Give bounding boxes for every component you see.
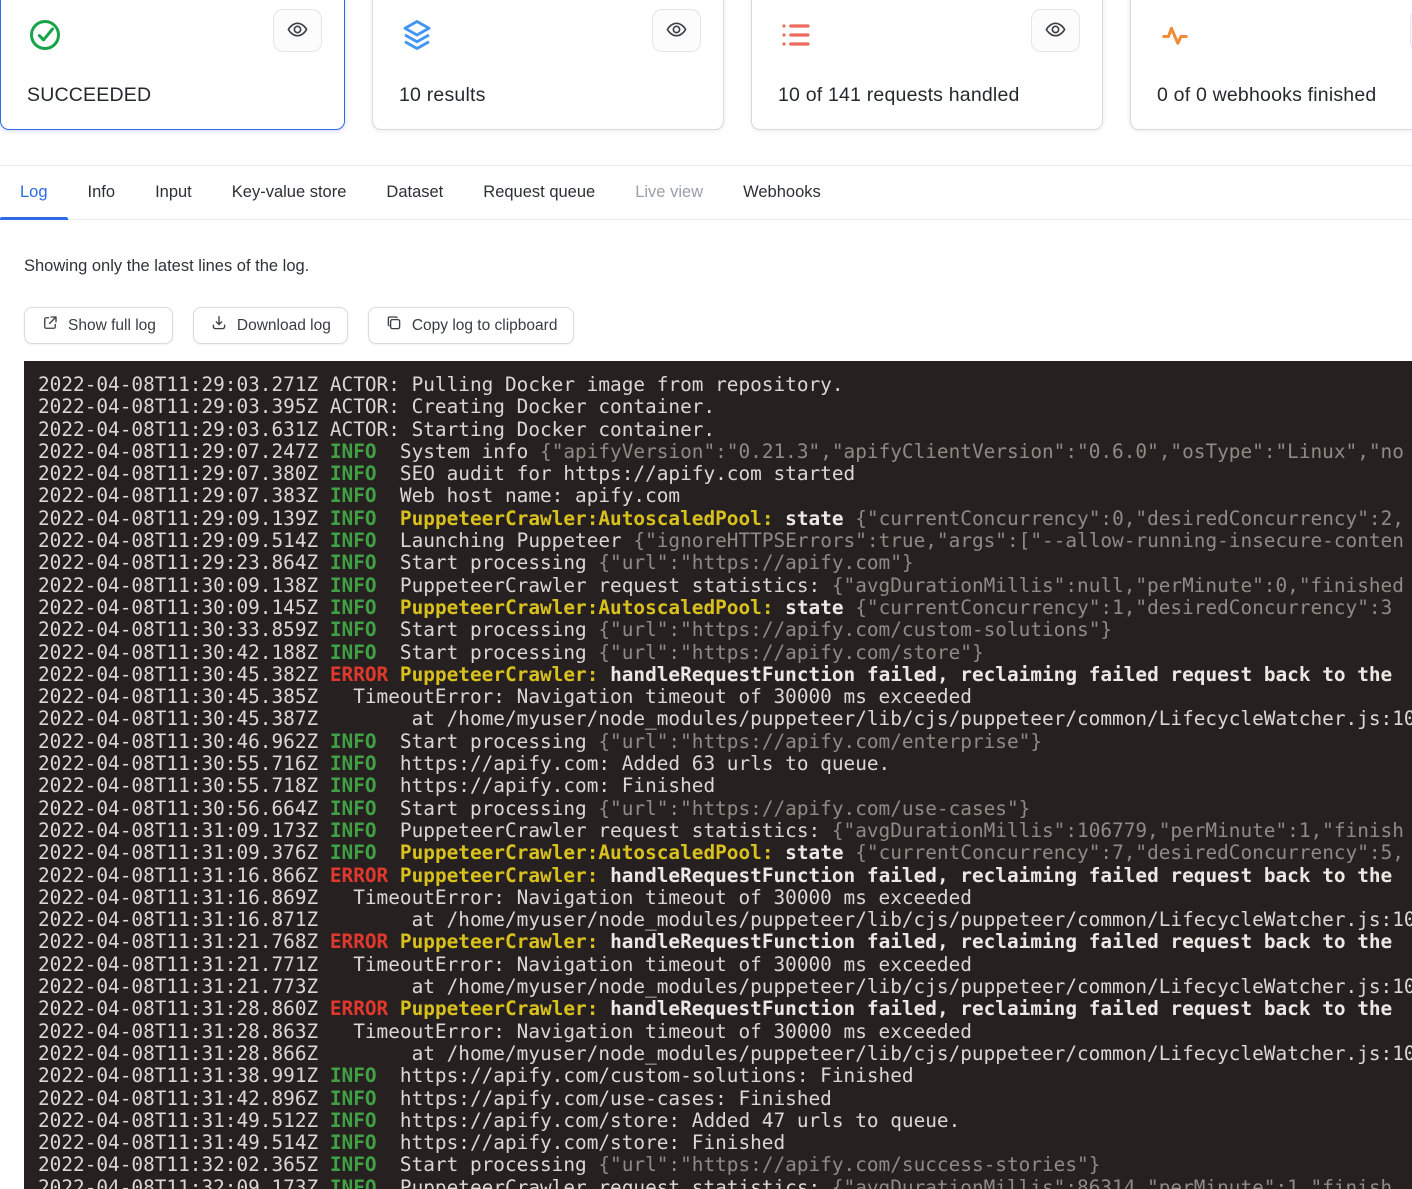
log-line: 2022-04-08T11:31:38.991Z INFO https://ap… (38, 1065, 1412, 1087)
show-full-log-button[interactable]: Show full log (24, 307, 173, 344)
layers-icon (399, 17, 435, 53)
log-line: 2022-04-08T11:29:03.395Z ACTOR: Creating… (38, 396, 1412, 418)
log-line: 2022-04-08T11:29:23.864Z INFO Start proc… (38, 552, 1412, 574)
eye-icon (286, 18, 309, 44)
button-label: Download log (237, 317, 331, 335)
eye-icon (665, 18, 688, 44)
log-line: 2022-04-08T11:31:16.866Z ERROR Puppeteer… (38, 865, 1412, 887)
run-tabs: LogInfoInputKey-value storeDatasetReques… (0, 165, 1412, 220)
status-card-label: 10 of 141 requests handled (778, 84, 1080, 107)
log-actions: Show full log Download log Copy log to c… (24, 307, 1412, 344)
log-line: 2022-04-08T11:30:56.664Z INFO Start proc… (38, 798, 1412, 820)
log-line: 2022-04-08T11:31:16.869Z TimeoutError: N… (38, 887, 1412, 909)
copy-icon (385, 314, 403, 337)
eye-toggle-button[interactable] (652, 9, 701, 52)
status-card-label: SUCCEEDED (27, 84, 322, 107)
status-card-status[interactable]: SUCCEEDED (0, 0, 345, 130)
check-circle-icon (27, 17, 63, 53)
log-line: 2022-04-08T11:30:42.188Z INFO Start proc… (38, 642, 1412, 664)
download-icon (210, 314, 228, 337)
log-line: 2022-04-08T11:31:21.768Z ERROR Puppeteer… (38, 931, 1412, 953)
request-list-icon (778, 17, 814, 53)
log-line: 2022-04-08T11:31:49.512Z INFO https://ap… (38, 1110, 1412, 1132)
log-line: 2022-04-08T11:29:07.247Z INFO System inf… (38, 441, 1412, 463)
status-card-webhooks[interactable]: 0 of 0 webhooks finished (1130, 0, 1412, 130)
log-line: 2022-04-08T11:30:45.387Z at /home/myuser… (38, 708, 1412, 730)
status-card-requests[interactable]: 10 of 141 requests handled (751, 0, 1103, 130)
log-line: 2022-04-08T11:31:16.871Z at /home/myuser… (38, 909, 1412, 931)
status-card-results[interactable]: 10 results (372, 0, 724, 130)
log-line: 2022-04-08T11:30:55.716Z INFO https://ap… (38, 753, 1412, 775)
log-line: 2022-04-08T11:30:09.145Z INFO PuppeteerC… (38, 597, 1412, 619)
log-line: 2022-04-08T11:31:21.771Z TimeoutError: N… (38, 954, 1412, 976)
tab-request-queue[interactable]: Request queue (463, 166, 615, 219)
tab-webhooks[interactable]: Webhooks (723, 166, 841, 219)
eye-toggle-button[interactable] (1031, 9, 1080, 52)
pulse-icon (1157, 17, 1193, 53)
tab-dataset[interactable]: Dataset (366, 166, 463, 219)
log-line: 2022-04-08T11:29:09.514Z INFO Launching … (38, 530, 1412, 552)
eye-icon (1044, 18, 1067, 44)
log-line: 2022-04-08T11:29:07.383Z INFO Web host n… (38, 485, 1412, 507)
log-line: 2022-04-08T11:31:21.773Z at /home/myuser… (38, 976, 1412, 998)
external-link-icon (41, 314, 59, 337)
tab-live-view: Live view (615, 166, 723, 219)
log-line: 2022-04-08T11:31:09.376Z INFO PuppeteerC… (38, 842, 1412, 864)
log-line: 2022-04-08T11:29:03.631Z ACTOR: Starting… (38, 419, 1412, 441)
log-line: 2022-04-08T11:30:55.718Z INFO https://ap… (38, 775, 1412, 797)
log-line: 2022-04-08T11:29:03.271Z ACTOR: Pulling … (38, 374, 1412, 396)
log-line: 2022-04-08T11:31:28.863Z TimeoutError: N… (38, 1021, 1412, 1043)
log-note: Showing only the latest lines of the log… (24, 257, 1412, 276)
log-console[interactable]: 2022-04-08T11:29:03.271Z ACTOR: Pulling … (24, 361, 1412, 1189)
log-line: 2022-04-08T11:32:09.173Z INFO PuppeteerC… (38, 1177, 1412, 1189)
log-line: 2022-04-08T11:31:28.866Z at /home/myuser… (38, 1043, 1412, 1065)
button-label: Copy log to clipboard (412, 317, 558, 335)
log-line: 2022-04-08T11:30:33.859Z INFO Start proc… (38, 619, 1412, 641)
log-line: 2022-04-08T11:31:09.173Z INFO PuppeteerC… (38, 820, 1412, 842)
tab-input[interactable]: Input (135, 166, 212, 219)
status-card-label: 0 of 0 webhooks finished (1157, 84, 1412, 107)
download-log-button[interactable]: Download log (193, 307, 348, 344)
log-line: 2022-04-08T11:31:42.896Z INFO https://ap… (38, 1088, 1412, 1110)
log-line: 2022-04-08T11:32:02.365Z INFO Start proc… (38, 1154, 1412, 1176)
run-status-cards: SUCCEEDED 10 results 10 of 141 requests … (0, 0, 1412, 130)
tab-info[interactable]: Info (68, 166, 136, 219)
log-line: 2022-04-08T11:30:45.385Z TimeoutError: N… (38, 686, 1412, 708)
log-line: 2022-04-08T11:29:09.139Z INFO PuppeteerC… (38, 508, 1412, 530)
log-line: 2022-04-08T11:30:09.138Z INFO PuppeteerC… (38, 575, 1412, 597)
status-card-label: 10 results (399, 84, 701, 107)
log-line: 2022-04-08T11:30:46.962Z INFO Start proc… (38, 731, 1412, 753)
log-line: 2022-04-08T11:31:28.860Z ERROR Puppeteer… (38, 998, 1412, 1020)
log-line: 2022-04-08T11:30:45.382Z ERROR Puppeteer… (38, 664, 1412, 686)
copy-log-to-clipboard-button[interactable]: Copy log to clipboard (368, 307, 575, 344)
log-line: 2022-04-08T11:31:49.514Z INFO https://ap… (38, 1132, 1412, 1154)
log-line: 2022-04-08T11:29:07.380Z INFO SEO audit … (38, 463, 1412, 485)
tab-log[interactable]: Log (0, 166, 68, 219)
tab-key-value-store[interactable]: Key-value store (212, 166, 367, 219)
button-label: Show full log (68, 317, 156, 335)
eye-toggle-button[interactable] (273, 9, 322, 52)
